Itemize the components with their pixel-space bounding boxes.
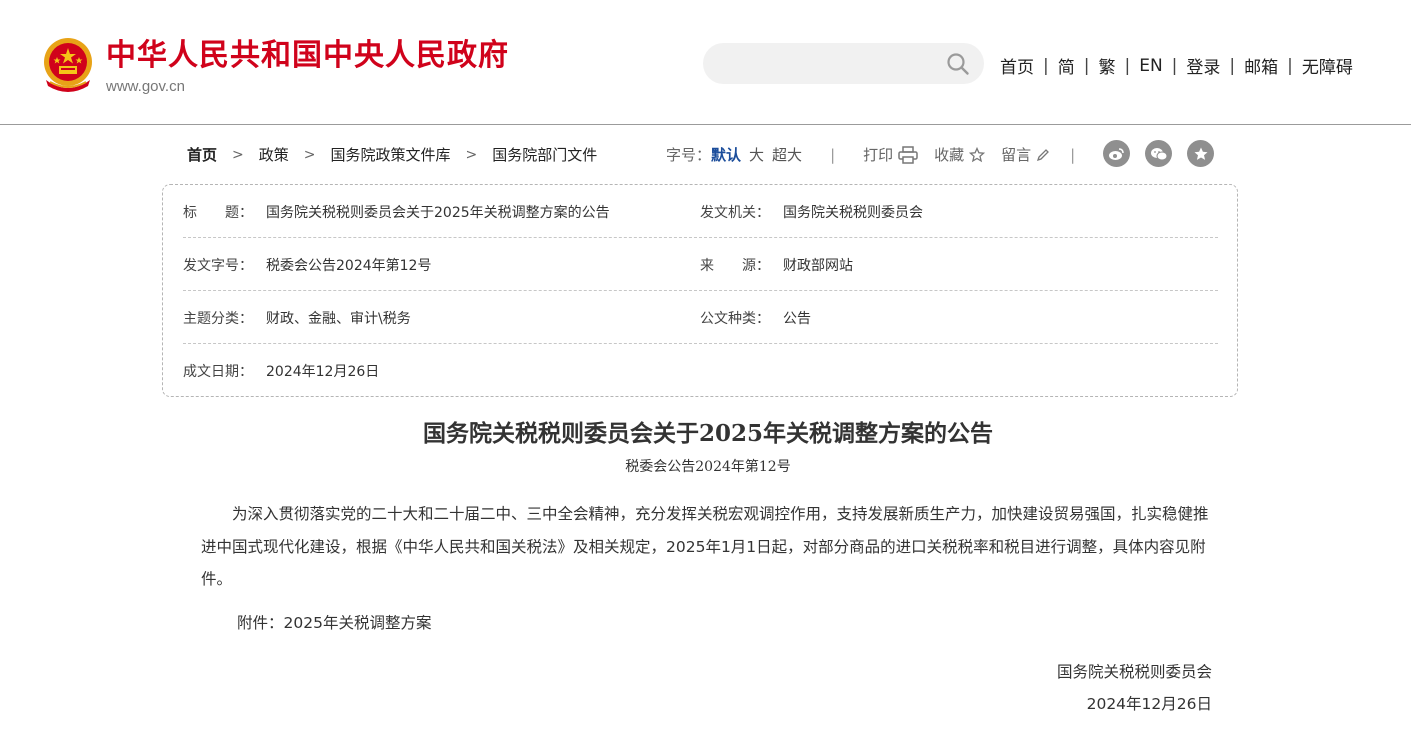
nav-traditional-link[interactable]: 繁 xyxy=(1098,53,1115,78)
chevron-right-icon: > xyxy=(232,146,244,163)
nav-accessibility-link[interactable]: 无障碍 xyxy=(1302,53,1353,78)
chevron-right-icon: > xyxy=(303,146,316,163)
star-share-icon xyxy=(1194,147,1207,160)
info-row: 主题分类： 财政、金融、审计\税务 公文种类： 公告 xyxy=(183,291,1218,344)
share-bar xyxy=(1103,140,1229,167)
print-button[interactable]: 打印 xyxy=(863,144,918,165)
info-value-date: 2024年12月26日 xyxy=(266,364,380,380)
breadcrumb-policy-library[interactable]: 国务院政策文件库 xyxy=(331,144,451,165)
weibo-share-button[interactable] xyxy=(1103,140,1130,167)
article-attachment[interactable]: 附件：2025年关税调整方案 xyxy=(237,611,431,633)
signature-date: 2024年12月26日 xyxy=(1086,695,1212,713)
info-label-title: 标 题： xyxy=(183,205,253,221)
info-row: 发文字号： 税委会公告2024年第12号 来 源： 财政部网站 xyxy=(183,238,1218,291)
breadcrumb: 首页 > 政策 > 国务院政策文件库 > 国务院部门文件 xyxy=(187,144,597,165)
pencil-icon xyxy=(1037,148,1050,161)
print-label: 打印 xyxy=(863,146,894,164)
site-logo[interactable]: 中华人民共和国中央人民政府 www.gov.cn xyxy=(40,36,509,96)
nav-home-link[interactable]: 首页 xyxy=(1000,53,1034,78)
nav-separator: | xyxy=(1124,55,1131,76)
article-paragraph: 为深入贯彻落实党的二十大和二十届二中、三中全会精神，充分发挥关税宏观调控作用，支… xyxy=(201,505,1209,588)
more-share-button[interactable] xyxy=(1187,140,1214,167)
site-url: www.gov.cn xyxy=(106,78,185,95)
info-value-doc-number: 税委会公告2024年第12号 xyxy=(266,258,432,274)
info-label-source: 来 源： xyxy=(700,258,770,274)
search-input[interactable] xyxy=(721,51,921,76)
weibo-icon xyxy=(1109,147,1124,160)
search-icon[interactable] xyxy=(946,52,970,76)
nav-separator: | xyxy=(1171,55,1178,76)
favorite-label: 收藏 xyxy=(934,146,965,164)
info-label-date: 成文日期： xyxy=(183,364,253,380)
font-size-large[interactable]: 大 xyxy=(749,144,764,165)
document-info-table: 标 题： 国务院关税税则委员会关于2025年关税调整方案的公告 发文机关： 国务院关… xyxy=(162,184,1238,397)
nav-simplified-link[interactable]: 简 xyxy=(1058,53,1075,78)
national-emblem-icon xyxy=(44,38,92,92)
nav-login-link[interactable]: 登录 xyxy=(1186,53,1220,78)
info-row: 标 题： 国务院关税税则委员会关于2025年关税调整方案的公告 发文机关： 国务院关… xyxy=(183,185,1218,238)
nav-mail-link[interactable]: 邮箱 xyxy=(1244,53,1278,78)
nav-separator: | xyxy=(1043,55,1049,76)
info-label-issuer: 发文机关： xyxy=(700,205,770,221)
wechat-share-button[interactable] xyxy=(1145,140,1172,167)
signature-org: 国务院关税税则委员会 xyxy=(1056,663,1212,681)
comment-button[interactable]: 留言 xyxy=(1001,144,1050,165)
site-header: 中华人民共和国中央人民政府 www.gov.cn 首页 | 简 | 繁 | EN… xyxy=(0,0,1411,125)
font-size-label: 字号： xyxy=(666,146,712,164)
font-size-default[interactable]: 默认 xyxy=(711,144,741,165)
site-name: 中华人民共和国中央人民政府 xyxy=(106,38,509,73)
info-value-issuer: 国务院关税税则委员会 xyxy=(783,205,923,221)
info-value-doc-type: 公告 xyxy=(783,311,811,327)
info-label-doc-type: 公文种类： xyxy=(700,311,770,327)
tools-separator: | xyxy=(830,145,836,164)
article-tools: 字号： 默认 大 超大 | 打印 收藏 留言 | xyxy=(666,144,1075,165)
comment-label: 留言 xyxy=(1001,146,1032,164)
star-icon xyxy=(969,146,986,162)
info-row: 成文日期： 2024年12月26日 xyxy=(183,344,1218,397)
nav-english-link[interactable]: EN xyxy=(1139,56,1162,76)
nav-separator: | xyxy=(1083,55,1090,76)
info-value-title: 国务院关税税则委员会关于2025年关税调整方案的公告 xyxy=(266,205,610,221)
breadcrumb-policy[interactable]: 政策 xyxy=(259,144,289,165)
article-title: 国务院关税税则委员会关于2025年关税调整方案的公告 xyxy=(422,420,993,447)
chevron-right-icon: > xyxy=(465,146,478,163)
article-doc-number: 税委会公告2024年第12号 xyxy=(625,459,791,475)
article-toolbar: 首页 > 政策 > 国务院政策文件库 > 国务院部门文件 字号： 默认 大 超大… xyxy=(0,140,1411,170)
printer-icon xyxy=(898,145,918,164)
favorite-button[interactable]: 收藏 xyxy=(934,144,986,165)
nav-separator: | xyxy=(1229,55,1236,76)
tools-separator: | xyxy=(1070,145,1076,164)
breadcrumb-home[interactable]: 首页 xyxy=(187,144,217,165)
info-value-source: 财政部网站 xyxy=(783,258,853,274)
info-label-category: 主题分类： xyxy=(183,311,253,327)
breadcrumb-department-docs[interactable]: 国务院部门文件 xyxy=(492,144,597,165)
wechat-icon xyxy=(1150,147,1167,160)
info-value-category: 财政、金融、审计\税务 xyxy=(266,311,411,327)
top-nav: 首页 | 简 | 繁 | EN | 登录 | 邮箱 | 无障碍 xyxy=(1000,53,1353,79)
nav-separator: | xyxy=(1287,55,1293,76)
search-box xyxy=(703,43,984,84)
info-label-doc-number: 发文字号： xyxy=(183,258,253,274)
font-size-extra-large[interactable]: 超大 xyxy=(772,144,802,165)
